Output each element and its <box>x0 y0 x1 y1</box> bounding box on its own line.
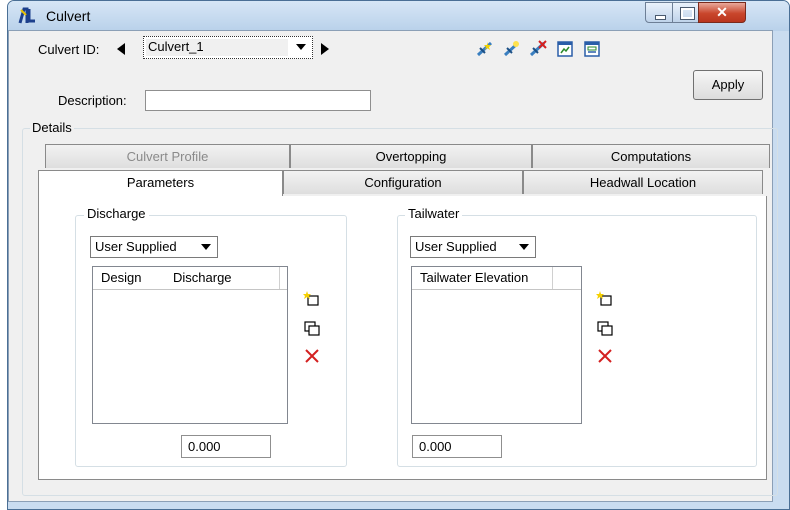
delete-row-icon[interactable] <box>596 347 614 365</box>
tailwater-list[interactable]: Tailwater Elevation <box>411 266 582 424</box>
discharge-list-header: Design Discharge <box>93 267 287 290</box>
report-view-icon[interactable] <box>583 40 601 58</box>
tailwater-mode-select[interactable]: User Supplied <box>410 236 536 258</box>
culvert-id-value: Culvert_1 <box>148 39 204 54</box>
add-culvert-icon[interactable] <box>476 40 494 58</box>
tab-parameters[interactable]: Parameters <box>38 170 283 196</box>
add-row-icon[interactable] <box>596 290 614 308</box>
tailwater-mode-value: User Supplied <box>415 239 497 254</box>
apply-button[interactable]: Apply <box>693 70 763 100</box>
next-culvert-arrow-icon[interactable] <box>321 43 329 55</box>
culvert-id-label: Culvert ID: <box>38 42 100 57</box>
column-header-design[interactable]: Design <box>101 270 141 285</box>
edit-culvert-icon[interactable] <box>503 40 521 58</box>
tab-headwall-location[interactable]: Headwall Location <box>523 170 763 194</box>
tab-computations[interactable]: Computations <box>532 144 770 168</box>
delete-row-icon[interactable] <box>303 347 321 365</box>
maximize-button[interactable] <box>672 2 699 23</box>
discharge-mode-value: User Supplied <box>95 239 177 254</box>
chevron-down-icon <box>519 244 529 250</box>
tab-configuration[interactable]: Configuration <box>283 170 523 194</box>
discharge-list[interactable]: Design Discharge <box>92 266 288 424</box>
column-header-tailwater-elevation[interactable]: Tailwater Elevation <box>420 270 528 285</box>
close-button[interactable]: ✕ <box>698 2 746 23</box>
window-title: Culvert <box>46 8 91 24</box>
previous-culvert-arrow-icon[interactable] <box>117 43 125 55</box>
description-input[interactable] <box>145 90 371 111</box>
discharge-mode-select[interactable]: User Supplied <box>90 236 218 258</box>
tailwater-list-header: Tailwater Elevation <box>412 267 581 290</box>
tailwater-group-label: Tailwater <box>405 206 463 221</box>
duplicate-row-icon[interactable] <box>303 320 321 338</box>
discharge-group-label: Discharge <box>84 206 149 221</box>
chevron-down-icon <box>296 44 306 50</box>
column-separator <box>279 267 280 289</box>
description-label: Description: <box>58 93 127 108</box>
column-separator <box>552 267 553 289</box>
column-header-discharge[interactable]: Discharge <box>173 270 232 285</box>
culvert-id-select[interactable]: Culvert_1 <box>143 36 313 59</box>
discharge-value-input[interactable] <box>181 435 271 458</box>
profile-view-icon[interactable] <box>556 40 574 58</box>
minimize-button[interactable] <box>645 2 673 23</box>
details-label: Details <box>30 120 74 135</box>
maximize-icon <box>680 7 695 20</box>
add-row-icon[interactable] <box>303 290 321 308</box>
tab-culvert-profile[interactable]: Culvert Profile <box>45 144 290 168</box>
chevron-down-icon <box>201 244 211 250</box>
close-icon: ✕ <box>716 4 728 20</box>
tab-overtopping[interactable]: Overtopping <box>290 144 532 168</box>
delete-culvert-icon[interactable] <box>529 40 547 58</box>
minimize-icon <box>655 15 666 20</box>
app-icon <box>18 7 35 24</box>
duplicate-row-icon[interactable] <box>596 320 614 338</box>
tailwater-value-input[interactable] <box>412 435 502 458</box>
title-bar[interactable]: Culvert ✕ <box>8 1 789 31</box>
